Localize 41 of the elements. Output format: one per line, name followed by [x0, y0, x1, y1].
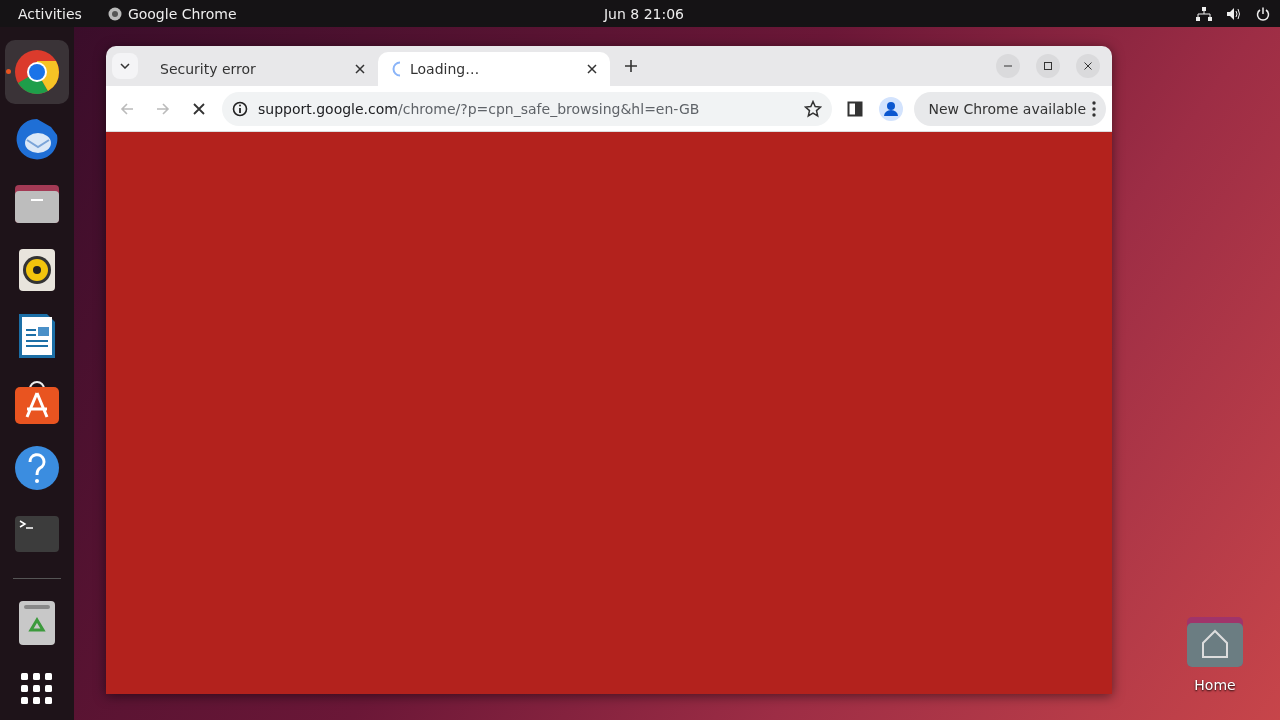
minimize-button[interactable] [996, 54, 1020, 78]
close-button[interactable] [1076, 54, 1100, 78]
folder-icon [14, 184, 60, 224]
info-icon[interactable] [232, 100, 248, 117]
back-arrow-icon [120, 101, 134, 116]
help-icon [14, 445, 60, 491]
bookmark-star-icon[interactable] [804, 99, 823, 118]
volume-icon[interactable] [1226, 6, 1242, 21]
speaker-icon [18, 248, 56, 292]
shopping-bag-icon [14, 379, 60, 425]
home-folder-icon[interactable] [1187, 617, 1243, 667]
plus-icon [624, 59, 638, 73]
app-menu[interactable]: Google Chrome [127, 5, 237, 22]
profile-button[interactable] [878, 95, 905, 122]
forward-arrow-icon [156, 101, 170, 116]
clock[interactable]: Jun 8 21:06 [604, 5, 684, 22]
trash-icon [18, 600, 56, 646]
maximize-button[interactable] [1036, 54, 1060, 78]
address-bar[interactable]: support.google.com/chrome/?p=cpn_safe_browsing&hl=en-GB [222, 91, 833, 126]
network-icon[interactable] [1196, 6, 1212, 21]
minimize-icon [1004, 65, 1012, 67]
chrome-icon [14, 49, 60, 95]
chrome-icon [107, 6, 122, 21]
power-icon[interactable] [1256, 6, 1270, 21]
url-text: support.google.com/chrome/?p=cpn_safe_browsing&hl=en-GB [258, 100, 700, 117]
app-grid-icon [21, 673, 53, 705]
more-icon [1092, 100, 1096, 117]
chevron-down-icon [120, 63, 130, 69]
activities-button[interactable]: Activities [18, 5, 82, 22]
maximize-icon [1043, 61, 1053, 71]
close-icon [1083, 61, 1093, 71]
browser-tab[interactable]: Security error [146, 52, 378, 86]
document-icon [18, 313, 56, 359]
dock-item[interactable] [5, 40, 69, 104]
browser-tab[interactable]: Loading… [378, 52, 610, 86]
terminal-icon [14, 515, 60, 553]
stop-icon [193, 102, 205, 115]
loading-spinner-icon [392, 61, 400, 77]
update-button[interactable]: New Chrome available [914, 91, 1106, 126]
desktop-icon-label[interactable]: Home [1194, 677, 1236, 693]
tab-search-button[interactable] [112, 53, 138, 79]
